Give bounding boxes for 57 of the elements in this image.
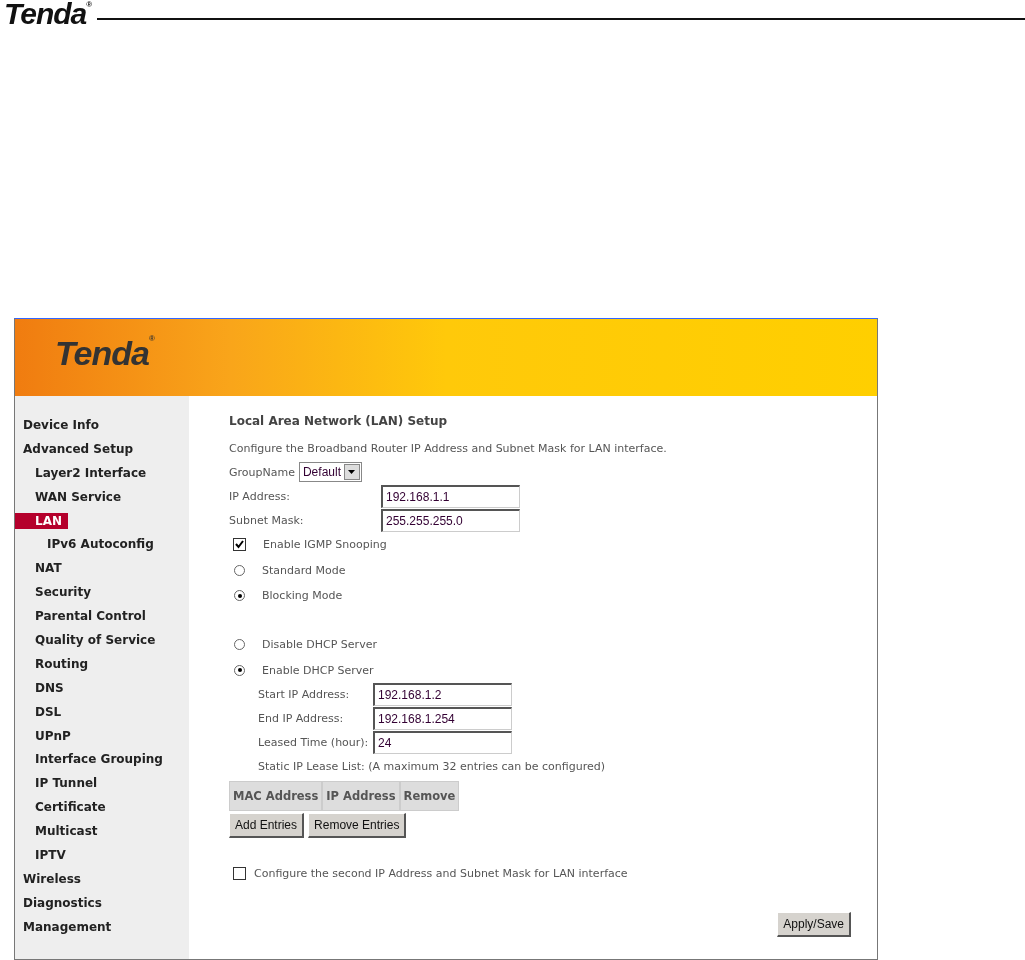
description-text: Configure the Broadband Router IP Address and Subnet Mask for LAN interface. <box>229 440 668 457</box>
sidebar-item[interactable]: Security <box>15 584 98 601</box>
sidebar-item[interactable]: IPv6 Autoconfig <box>15 536 160 553</box>
sidebar-item[interactable]: Management <box>15 918 118 935</box>
group-name-dropdown[interactable]: Default <box>298 462 362 482</box>
sidebar-item[interactable]: Diagnostics <box>15 894 108 911</box>
dhcp-input-field[interactable]: 24 <box>373 731 512 755</box>
sidebar-item[interactable]: UPnP <box>15 727 77 744</box>
lease-button[interactable]: Remove Entries <box>308 812 407 838</box>
checkbox[interactable] <box>233 867 246 881</box>
radio-button[interactable] <box>234 590 245 602</box>
radio-label: Standard Mode <box>262 563 346 577</box>
sidebar-item[interactable]: Device Info <box>15 416 105 433</box>
radio-button[interactable] <box>234 664 245 676</box>
tenda-logo: Tenda$^{®}$ <box>55 334 154 373</box>
sidebar-item[interactable]: Layer2 Interface <box>15 464 153 481</box>
field-label: Subnet Mask: <box>229 513 305 527</box>
column-header: Remove <box>399 780 460 811</box>
sidebar-item[interactable]: Parental Control <box>15 608 152 625</box>
dhcp-input-field[interactable]: 192.168.1.254 <box>373 707 512 731</box>
sidebar-item[interactable]: WAN Service <box>15 488 128 505</box>
lease-button[interactable]: Add Entries <box>229 812 305 838</box>
ip-address-field[interactable]: 192.168.1.1 <box>381 484 520 508</box>
radio-label: Blocking Mode <box>262 589 343 603</box>
field-label: End IP Address: <box>258 712 345 726</box>
sidebar-item[interactable]: IPTV <box>15 846 72 863</box>
radio-label: Disable DHCP Server <box>262 638 377 652</box>
field-label: GroupName <box>229 465 295 479</box>
subnet-mask-field[interactable]: 255.255.255.0 <box>381 508 520 532</box>
sidebar-item[interactable]: Advanced Setup <box>15 440 139 457</box>
field-label: Leased Time (hour): <box>258 736 370 750</box>
radio-button[interactable] <box>234 639 245 651</box>
sidebar-item[interactable]: DNS <box>15 679 70 696</box>
sidebar-item[interactable]: Interface Grouping <box>15 751 169 768</box>
apply-save-button[interactable]: Apply/Save <box>777 911 851 937</box>
checkbox-label: Configure the second IP Address and Subnet Mask for LAN interface <box>254 867 628 881</box>
static-lease-caption: Static IP Lease List: (A maximum 32 entries can be configured) <box>257 759 606 776</box>
sidebar-item[interactable]: DSL <box>15 703 68 720</box>
section-title: Local Area Network (LAN) Setup <box>229 413 449 430</box>
field-label: Start IP Address: <box>258 688 351 702</box>
dhcp-input-field[interactable]: 192.168.1.2 <box>373 683 512 707</box>
sidebar-item[interactable]: Quality of Service <box>15 631 162 648</box>
sidebar-item[interactable]: IP Tunnel <box>15 775 104 792</box>
field-label: IP Address: <box>229 489 291 503</box>
checkbox-label: Enable IGMP Snooping <box>263 538 387 552</box>
radio-button[interactable] <box>234 564 245 576</box>
sidebar-item[interactable]: Multicast <box>15 823 104 840</box>
sidebar-item[interactable]: Certificate <box>15 799 112 816</box>
tenda-logo: Tenda$^{®}$ <box>3 0 92 28</box>
sidebar-item[interactable]: LAN <box>15 512 68 529</box>
checkbox[interactable] <box>233 538 246 552</box>
column-header: MAC Address <box>229 780 323 811</box>
sidebar-item[interactable]: Routing <box>15 655 94 672</box>
sidebar-item[interactable]: NAT <box>15 560 68 577</box>
column-header: IP Address <box>322 780 400 811</box>
sidebar-item[interactable]: Wireless <box>15 870 87 887</box>
radio-label: Enable DHCP Server <box>262 663 374 677</box>
